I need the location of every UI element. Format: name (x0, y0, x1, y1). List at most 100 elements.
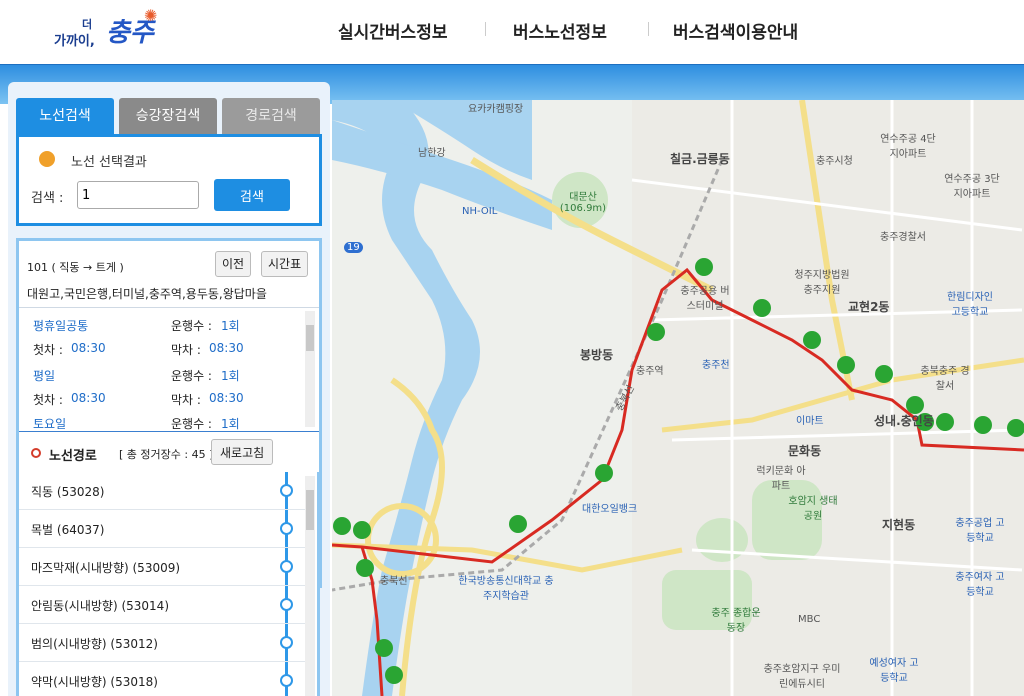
map-label: 충주호암지구 우미린에듀시티 (763, 664, 841, 690)
stop-marker-icon[interactable] (280, 636, 293, 649)
map-label: 연수주공 4단지아파트 (880, 134, 936, 160)
list-item[interactable]: 안림동(시내방향) (53014) (19, 586, 305, 624)
stop-list-scroll-thumb[interactable] (306, 490, 314, 530)
stop-name: 마즈막재(시내방향) (53009) (31, 561, 181, 575)
map-label: 충주 종합운동장 (711, 608, 761, 634)
route-map[interactable]: 요카카캠핑장 남한강 칠금.금릉동 충주시청 연수주공 4단지아파트 연수주공 … (332, 100, 1024, 696)
schedule-day: 평휴일공통 (33, 319, 89, 333)
map-label: NH-OIL (462, 206, 498, 217)
stop-marker-icon[interactable] (280, 598, 293, 611)
map-label: 대문산 (106.9m) (559, 192, 607, 214)
schedule-scrollbar[interactable] (305, 311, 315, 427)
schedule-runs-label: 운행수 : (171, 319, 212, 333)
last-bus-time: 08:30 (209, 391, 244, 405)
list-item[interactable]: 범의(시내방향) (53012) (19, 624, 305, 662)
map-label: 충주공업 고등학교 (955, 518, 1005, 544)
map-label: 럭키문화 아파트 (756, 466, 806, 492)
app-window: 가까이, 더 충주 ✺ 실시간버스정보 버스노선정보 버스검색이용안내 노선검색… (0, 0, 1024, 696)
map-label: 이마트 (796, 416, 824, 427)
stop-marker-icon[interactable] (280, 522, 293, 535)
stop-marker-icon[interactable] (280, 674, 293, 687)
bus-result-icon (39, 151, 55, 167)
site-header: 가까이, 더 충주 ✺ 실시간버스정보 버스노선정보 버스검색이용안내 (0, 0, 1024, 64)
stop-marker-icon[interactable] (280, 484, 293, 497)
route-search-box: 노선 선택결과 검색 : 검색 (16, 134, 322, 226)
schedule-day: 토요일 (33, 417, 67, 431)
map-label: 충주시청 (816, 156, 853, 167)
map-label: 한국방송통신대학교 충주지학습관 (458, 576, 554, 602)
sun-icon: ✺ (144, 6, 158, 25)
map-label: 충주경찰서 (880, 232, 926, 243)
map-label: 연수주공 3단지아파트 (944, 174, 1000, 200)
list-item[interactable]: 목벌 (64037) (19, 510, 305, 548)
tab-stop-search[interactable]: 승강장검색 (119, 98, 217, 134)
map-label: 칠금.금릉동 (670, 152, 730, 166)
refresh-button[interactable]: 새로고침 (211, 439, 274, 465)
result-label: 노선 선택결과 (71, 155, 147, 170)
map-label: 충북선 (380, 576, 408, 587)
schedule-runs: 1회 (221, 417, 240, 431)
list-item[interactable]: 마즈막재(시내방향) (53009) (19, 548, 305, 586)
first-bus-time: 08:30 (71, 391, 106, 405)
map-label: 성내.충인동 (874, 414, 934, 428)
map-label: 봉방동 (580, 348, 614, 362)
map-label: 요카카캠핑장 (468, 104, 524, 115)
logo-text-small: 가까이, (54, 34, 95, 49)
last-bus-label: 막차 : (171, 393, 201, 407)
nav-bus-route[interactable]: 버스노선정보 (513, 18, 607, 43)
list-item[interactable]: 약막(시내방향) (53018) (19, 662, 305, 696)
site-logo[interactable]: 가까이, 더 충주 ✺ (52, 6, 172, 52)
prev-button[interactable]: 이전 (215, 251, 252, 277)
map-label: MBC (798, 614, 821, 625)
last-bus-time: 08:30 (209, 341, 244, 355)
map-label: 충주역 (636, 366, 664, 377)
stop-count: [ 총 정거장수 : 45 ] (119, 448, 214, 461)
map-label: 지현동 (882, 518, 916, 532)
route-path-title: 노선경로 (49, 449, 97, 464)
schedule-day: 평일 (33, 369, 56, 383)
divider (19, 431, 319, 432)
last-bus-label: 막차 : (171, 343, 201, 357)
stop-marker-icon[interactable] (280, 560, 293, 573)
stop-name: 범의(시내방향) (53012) (31, 637, 158, 651)
schedule-scroll-thumb[interactable] (306, 325, 314, 351)
first-bus-label: 첫차 : (33, 393, 63, 407)
nav-separator (648, 22, 649, 36)
map-label: 충북충주 경찰서 (920, 366, 970, 392)
logo-text-small-top: 더 (82, 18, 93, 31)
divider (19, 307, 319, 308)
nav-realtime-bus[interactable]: 실시간버스정보 (338, 18, 447, 43)
map-label: 문화동 (788, 444, 822, 458)
schedule-runs-label: 운행수 : (171, 369, 212, 383)
map-label: 남한강 (418, 148, 446, 159)
map-label: 충주천 (702, 360, 730, 371)
schedule-runs-label: 운행수 : (171, 417, 212, 431)
stop-name: 약막(시내방향) (53018) (31, 675, 158, 689)
timetable-button[interactable]: 시간표 (261, 251, 309, 277)
nav-search-guide[interactable]: 버스검색이용안내 (673, 18, 798, 43)
map-label: 충주여자 고등학교 (955, 572, 1005, 598)
map-label: 한림디자인 고등학교 (947, 292, 993, 318)
stop-name: 안림동(시내방향) (53014) (31, 599, 169, 613)
search-input[interactable] (77, 181, 199, 209)
map-canvas (332, 100, 1024, 696)
stop-list-scrollbar[interactable] (305, 476, 315, 696)
nav-separator (485, 22, 486, 36)
route-path-icon (31, 448, 41, 458)
list-item[interactable]: 직동 (53028) (19, 472, 305, 510)
tab-path-search[interactable]: 경로검색 (222, 98, 320, 134)
tab-route-search[interactable]: 노선검색 (16, 98, 114, 134)
route-stops-summary: 대원고,국민은행,터미널,충주역,용두동,왕답마을 (27, 287, 267, 301)
stop-list: 직동 (53028) 목벌 (64037) 마즈막재(시내방향) (53009)… (16, 472, 320, 696)
stop-name: 직동 (53028) (31, 485, 105, 499)
schedule-list: 평휴일공통 운행수 : 1회 첫차 : 08:30 막차 : 08:30 평일 … (19, 311, 303, 431)
road-shield: 19 (344, 242, 363, 253)
map-label: 청주지방법원 충주지원 (794, 270, 850, 296)
first-bus-label: 첫차 : (33, 343, 63, 357)
map-label: 교현2동 (848, 300, 890, 314)
map-label: 예성여자 고등학교 (869, 658, 919, 684)
search-label: 검색 : (31, 191, 64, 206)
map-label: 호암지 생태공원 (788, 496, 838, 522)
route-title: 101 ( 직동 → 트게 ) (27, 261, 124, 274)
search-button[interactable]: 검색 (214, 179, 290, 211)
